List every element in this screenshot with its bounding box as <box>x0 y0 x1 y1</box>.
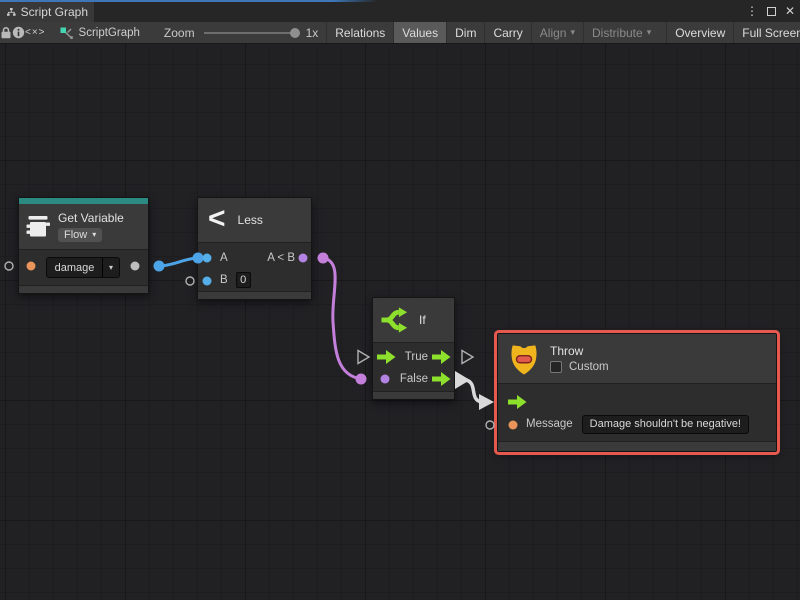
dim-button[interactable]: Dim <box>446 22 484 43</box>
graph-name[interactable]: ScriptGraph <box>46 22 150 43</box>
variable-icon <box>26 215 51 239</box>
tab-title: Script Graph <box>21 5 88 19</box>
values-button[interactable]: Values <box>393 22 446 43</box>
node-less[interactable]: < Less A A < B B 0 <box>197 197 312 300</box>
zoom-slider-knob[interactable] <box>290 28 300 38</box>
script-graph-window: Script Graph ⋮ ✕ <×> <box>0 0 800 600</box>
variable-scope-dropdown[interactable]: Flow ▾ <box>58 228 102 242</box>
throw-shield-icon <box>508 340 540 378</box>
port-b-value-field[interactable]: 0 <box>236 272 251 288</box>
maximize-icon[interactable] <box>767 7 776 16</box>
zoom-value: 1x <box>306 26 319 40</box>
port-true-label: True <box>405 351 428 363</box>
code-toggle-button[interactable]: <×> <box>25 22 46 43</box>
chevron-down-icon: ▾ <box>570 27 575 38</box>
panel-menu-icon[interactable]: ⋮ <box>746 4 758 18</box>
overview-button[interactable]: Overview <box>666 22 733 43</box>
variable-name-value: damage <box>47 258 102 277</box>
relations-button[interactable]: Relations <box>326 22 393 43</box>
zoom-control: Zoom 1x <box>150 22 326 43</box>
tab-script-graph[interactable]: Script Graph <box>0 0 94 22</box>
variable-name-dropdown[interactable]: damage ▾ <box>46 257 120 278</box>
info-button[interactable] <box>12 22 25 43</box>
distribute-button[interactable]: Distribute▾ <box>583 22 659 43</box>
chevron-down-icon: ▾ <box>647 27 652 38</box>
message-label: Message <box>526 418 573 430</box>
title-bar: Script Graph ⋮ ✕ <box>0 0 800 22</box>
less-than-icon: < <box>208 204 226 234</box>
output-label: A < B <box>267 252 295 264</box>
zoom-label: Zoom <box>164 26 195 40</box>
align-button[interactable]: Align▾ <box>531 22 583 43</box>
node-title: If <box>419 313 426 327</box>
node-title: Less <box>238 213 263 227</box>
lock-icon <box>0 26 12 39</box>
node-throw[interactable]: Throw Custom Message Damage shouldn't be… <box>497 333 777 452</box>
full-screen-button[interactable]: Full Screen <box>733 22 800 43</box>
graph-hierarchy-icon <box>7 6 16 18</box>
chevron-down-icon: ▾ <box>92 230 96 239</box>
node-if[interactable]: If True False <box>372 297 455 400</box>
close-icon[interactable]: ✕ <box>785 4 795 18</box>
port-a-label: A <box>220 252 228 264</box>
carry-button[interactable]: Carry <box>484 22 530 43</box>
node-title: Get Variable <box>58 211 124 225</box>
node-title: Throw <box>550 344 609 358</box>
chevron-down-icon: ▾ <box>102 258 119 277</box>
graph-toolbar: <×> ScriptGraph Zoom 1x Relations Values… <box>0 22 800 44</box>
custom-label: Custom <box>569 361 609 373</box>
lock-button[interactable] <box>0 22 12 43</box>
active-tab-highlight <box>0 0 378 2</box>
graph-name-label: ScriptGraph <box>79 27 140 39</box>
info-icon <box>12 26 25 39</box>
node-get-variable[interactable]: Get Variable Flow ▾ damage ▾ <box>18 197 149 294</box>
zoom-slider[interactable] <box>204 32 297 34</box>
port-b-label: B <box>220 274 228 286</box>
port-false-label: False <box>400 373 428 385</box>
message-input[interactable]: Damage shouldn't be negative! <box>582 415 749 434</box>
branch-icon <box>381 305 409 335</box>
custom-checkbox[interactable] <box>550 361 562 373</box>
script-graph-icon <box>60 27 73 39</box>
